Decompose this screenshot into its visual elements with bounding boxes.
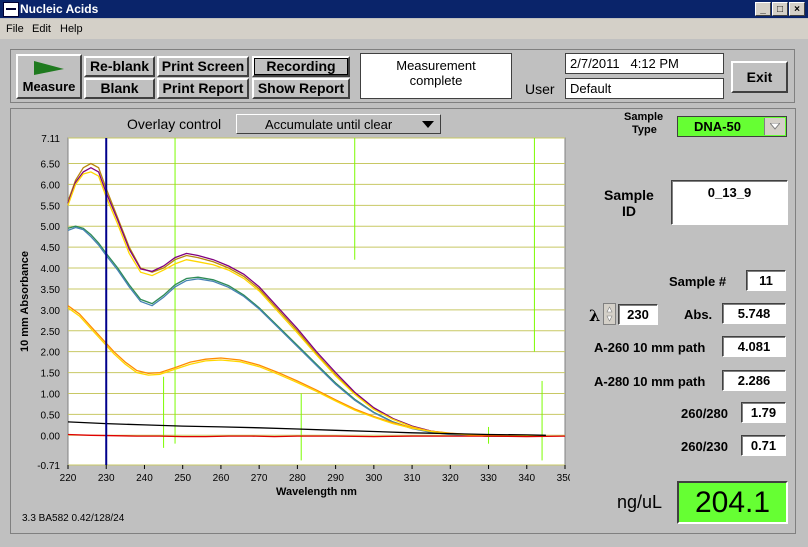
x-tick-label: 320 [442, 473, 459, 484]
sample-id-label-1: Sample [604, 187, 654, 203]
y-tick-label: 5.50 [41, 201, 61, 212]
chevron-down-icon [770, 123, 780, 130]
y-tick-label: 2.50 [41, 327, 61, 338]
y-tick-label: 6.50 [41, 160, 61, 171]
ratio-260-230-value: 0.71 [741, 435, 786, 456]
a280-label: A-280 10 mm path [594, 374, 706, 389]
abs-label: Abs. [684, 307, 713, 322]
version-text: 3.3 BA582 0.42/128/24 [22, 513, 125, 524]
sample-type-label-1: Sample [624, 111, 664, 123]
user-field[interactable]: Default [565, 78, 724, 99]
x-tick-label: 340 [518, 473, 535, 484]
minimize-button[interactable]: _ [755, 2, 771, 16]
x-tick-label: 250 [174, 473, 191, 484]
concentration-value: 204.1 [677, 481, 788, 524]
stepper-arrows-icon [606, 306, 613, 322]
x-axis-label: Wavelength nm [276, 486, 357, 498]
datetime-display: 2/7/2011 4:12 PM [565, 53, 724, 74]
x-tick-label: 300 [366, 473, 383, 484]
a260-label: A-260 10 mm path [594, 340, 706, 355]
user-label: User [525, 81, 555, 97]
print-screen-button[interactable]: Print Screen [157, 56, 249, 77]
measure-button[interactable]: Measure [16, 54, 82, 99]
sample-number-label: Sample # [669, 274, 727, 289]
app-icon [3, 2, 19, 17]
x-tick-label: 260 [213, 473, 230, 484]
close-button[interactable]: × [789, 2, 805, 16]
show-report-button[interactable]: Show Report [252, 78, 350, 99]
x-tick-label: 270 [251, 473, 268, 484]
status-panel: Measurement complete [360, 53, 512, 99]
x-tick-label: 280 [289, 473, 306, 484]
y-tick-label: 5.00 [41, 222, 61, 233]
menu-help[interactable]: Help [60, 23, 83, 35]
concentration-label: ng/uL [617, 492, 663, 512]
sample-type-label-2: Type [632, 124, 657, 136]
lambda-symbol: λ [589, 306, 601, 325]
print-report-button[interactable]: Print Report [157, 78, 249, 99]
exit-button[interactable]: Exit [731, 61, 788, 93]
sample-number-value: 11 [746, 270, 786, 291]
x-tick-label: 230 [98, 473, 115, 484]
status-line-1: Measurement [396, 58, 476, 73]
lambda-stepper[interactable] [603, 303, 616, 325]
sample-id-label-2: ID [622, 203, 636, 219]
y-tick-label: -0.71 [37, 461, 60, 472]
y-tick-label: 3.50 [41, 285, 61, 296]
ratio-260-280-label: 260/280 [681, 406, 728, 421]
y-tick-label: 1.00 [41, 389, 61, 400]
y-tick-label: 1.50 [41, 369, 61, 380]
y-tick-label: 4.00 [41, 264, 61, 275]
y-tick-label: 0.50 [41, 410, 61, 421]
measure-label: Measure [22, 79, 76, 94]
x-tick-label: 330 [480, 473, 497, 484]
absorbance-chart: 7.11 6.50 6.00 5.50 5.00 4.50 4.00 3.50 3.00 2.50… [19, 134, 570, 498]
flag-icon [34, 61, 64, 75]
sample-id-field[interactable]: 0_13_9 [671, 180, 788, 225]
abs-value: 5.748 [722, 303, 786, 324]
x-tick-label: 220 [60, 473, 77, 484]
sample-type-dropdown[interactable]: DNA-50 [677, 116, 787, 137]
y-tick-label: 6.00 [41, 180, 61, 191]
a280-value: 2.286 [722, 370, 786, 391]
menu-edit[interactable]: Edit [32, 23, 51, 35]
y-tick-label: 7.11 [41, 134, 60, 145]
recording-button[interactable]: Recording [252, 56, 350, 77]
a260-value: 4.081 [722, 336, 786, 357]
title-bar: Nucleic Acids _ □ × [0, 0, 808, 18]
maximize-button[interactable]: □ [772, 2, 788, 16]
y-tick-label: 3.00 [41, 306, 61, 317]
lambda-input[interactable]: 230 [618, 304, 658, 325]
y-axis-label: 10 mm Absorbance [19, 251, 31, 352]
blank-button[interactable]: Blank [84, 78, 155, 99]
menu-bar: File Edit Help [0, 19, 808, 39]
x-tick-label: 290 [327, 473, 344, 484]
x-tick-label: 350 [557, 473, 570, 484]
plot-area [67, 137, 566, 466]
y-tick-label: 2.00 [41, 348, 61, 359]
x-tick-label: 310 [404, 473, 421, 484]
menu-file[interactable]: File [6, 23, 24, 35]
reblank-button[interactable]: Re-blank [84, 56, 155, 77]
y-tick-label: 4.50 [41, 243, 61, 254]
ratio-260-280-value: 1.79 [741, 402, 786, 423]
window-title: Nucleic Acids [20, 2, 99, 16]
x-tick-label: 240 [136, 473, 153, 484]
ratio-260-230-label: 260/230 [681, 439, 728, 454]
sample-type-value: DNA-50 [694, 119, 741, 134]
y-tick-label: 0.00 [41, 431, 61, 442]
status-line-2: complete [409, 73, 463, 88]
sample-type-arrow[interactable] [764, 118, 785, 135]
